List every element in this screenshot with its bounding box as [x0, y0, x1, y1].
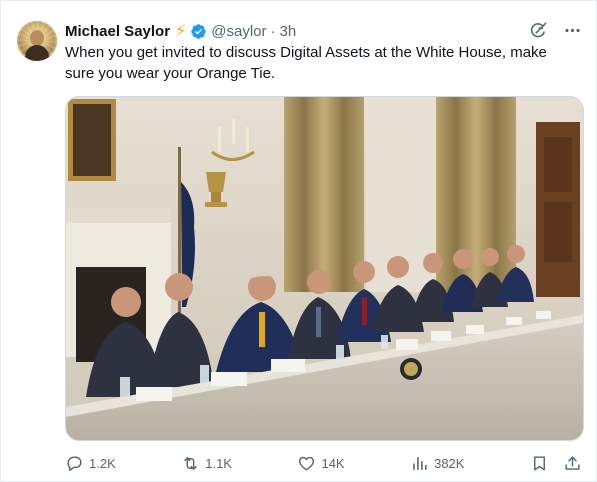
grok-icon[interactable]	[528, 20, 548, 40]
author-name[interactable]: Michael Saylor	[65, 23, 170, 40]
engagement-bar: 1.2K 1.1K 14K 382K	[65, 453, 582, 473]
timestamp[interactable]: 3h	[280, 23, 297, 40]
like-button[interactable]: 14K	[297, 454, 345, 473]
repost-button[interactable]: 1.1K	[181, 454, 232, 473]
avatar[interactable]	[17, 21, 57, 61]
repost-count: 1.1K	[205, 455, 232, 471]
bookmark-icon	[533, 455, 545, 471]
bookmark-button[interactable]	[530, 454, 549, 473]
avatar-head	[30, 30, 44, 46]
reply-icon	[67, 455, 82, 471]
separator-dot: ·	[270, 22, 276, 40]
tweet-text: When you get invited to discuss Digital …	[65, 44, 547, 82]
verified-badge-icon[interactable]	[190, 23, 207, 40]
views-chart-icon	[413, 456, 427, 470]
reply-button[interactable]: 1.2K	[65, 454, 116, 473]
author-handle[interactable]: @saylor	[211, 23, 266, 40]
lightning-emoji: ⚡	[175, 23, 187, 40]
share-button[interactable]	[563, 454, 582, 473]
more-dots-icon[interactable]	[562, 20, 582, 40]
reply-count: 1.2K	[89, 455, 116, 471]
heart-icon	[299, 456, 315, 471]
like-count: 14K	[321, 455, 345, 471]
tweet-card: Michael Saylor ⚡ @saylor · 3h When you g…	[0, 0, 597, 482]
photo-scene	[66, 97, 583, 440]
share-icon	[565, 455, 580, 470]
header-actions	[528, 20, 582, 40]
tweet-header: Michael Saylor ⚡ @saylor · 3h	[65, 19, 296, 43]
views-button[interactable]: 382K	[410, 454, 464, 473]
repost-icon	[184, 456, 197, 470]
tweet-photo[interactable]	[65, 96, 584, 441]
view-count: 382K	[434, 455, 465, 471]
secondary-actions	[530, 454, 582, 473]
